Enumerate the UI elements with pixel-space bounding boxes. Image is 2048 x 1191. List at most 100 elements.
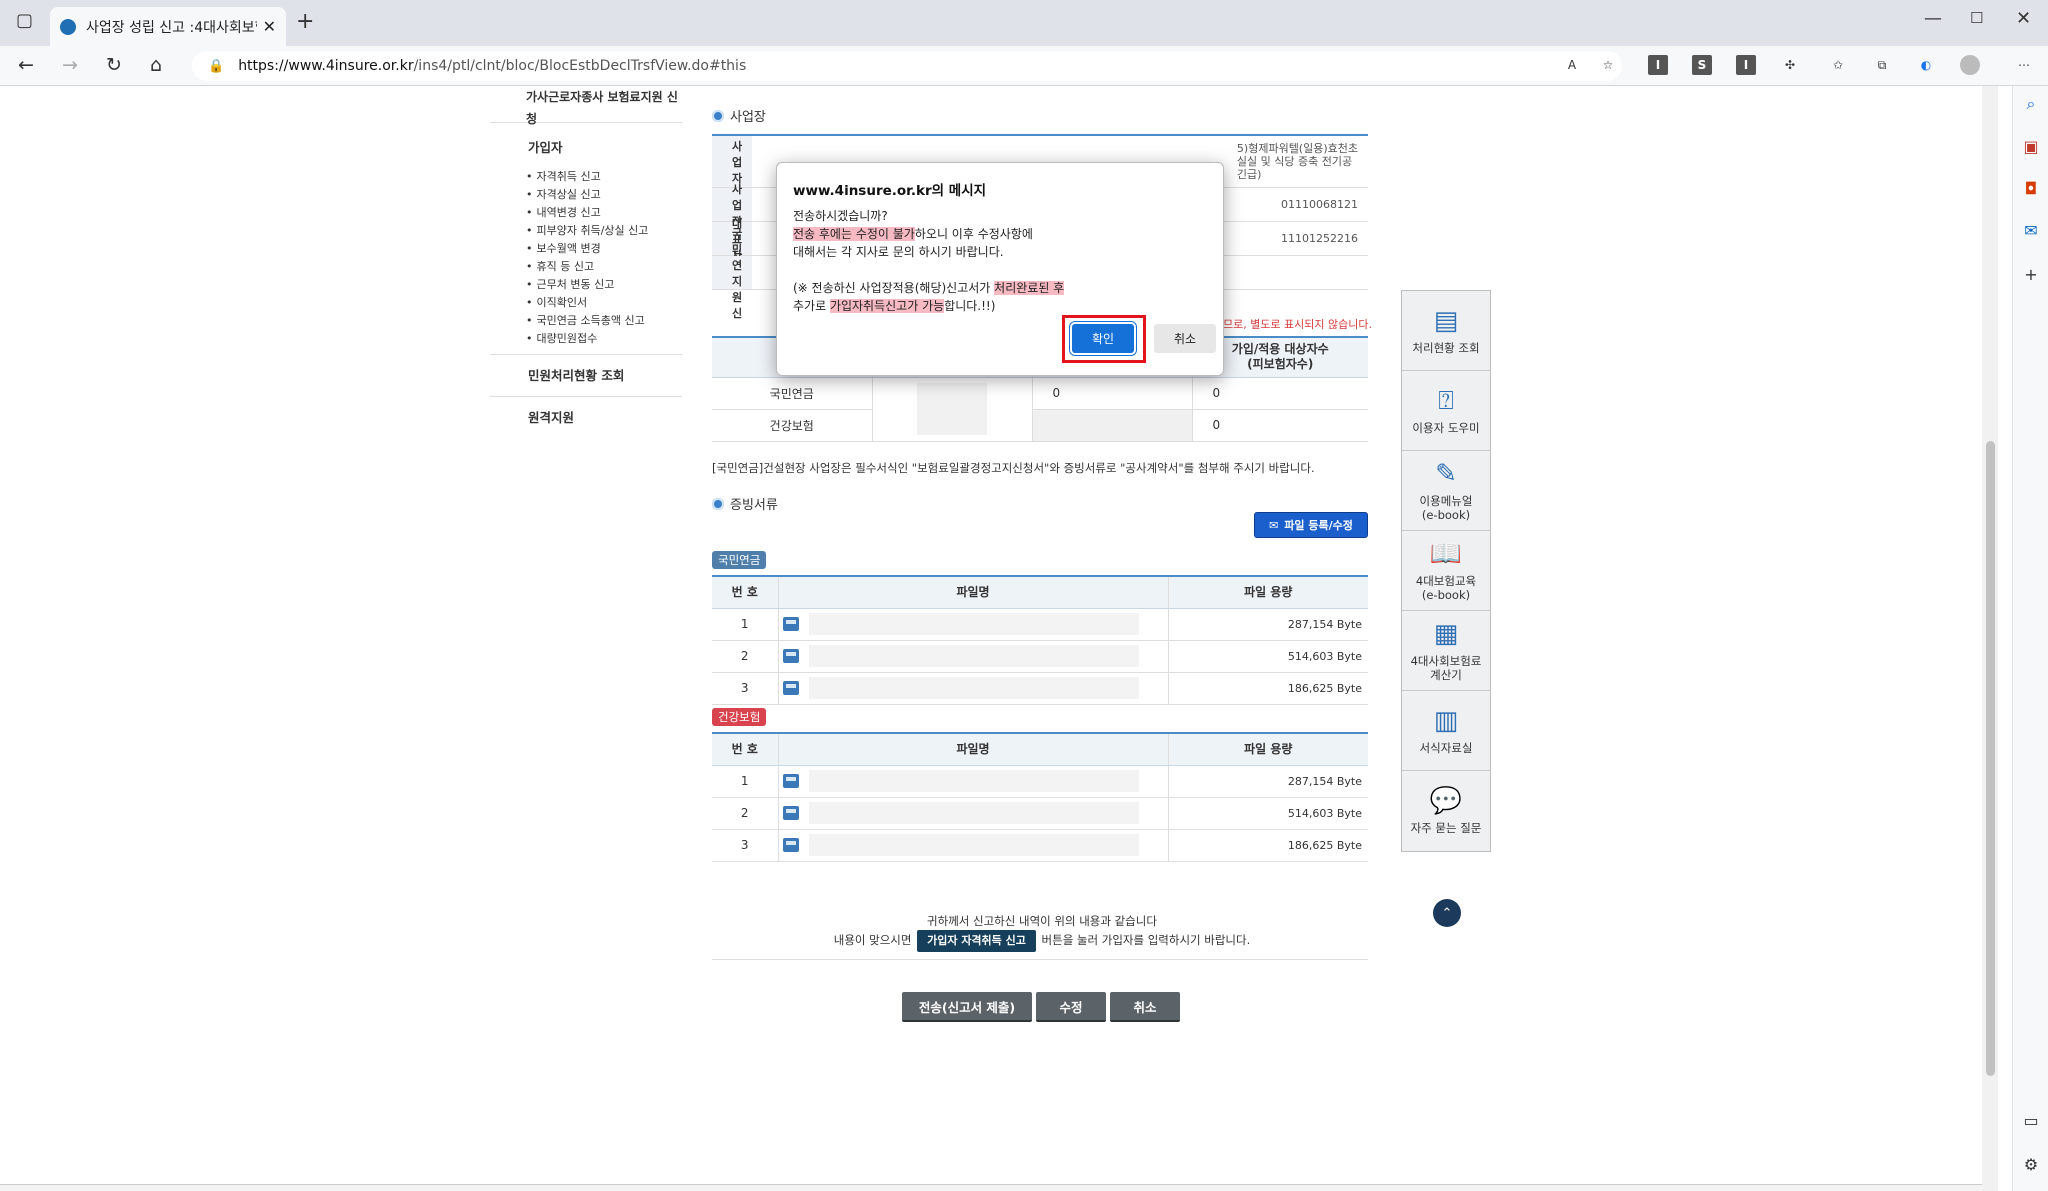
search-icon[interactable]: ⌕	[2021, 94, 2041, 114]
maximize-icon[interactable]: ☐	[1970, 9, 1983, 27]
nav-item[interactable]: 휴직 등 신고	[490, 258, 682, 276]
nav-item[interactable]: 자격상실 신고	[490, 186, 682, 204]
file-row: 2 514,603 Byte	[712, 797, 1368, 830]
submit-button[interactable]: 전송(신고서 제출)	[902, 992, 1032, 1022]
nav-household-worker-subsidy[interactable]: 가사근로자종사 보험료지원 신청	[490, 86, 682, 126]
outlook-icon[interactable]: ✉	[2021, 220, 2041, 240]
tools-icon[interactable]: ▣	[2021, 136, 2041, 156]
quick-menu-item[interactable]: ⍰ 이용자 도우미	[1402, 371, 1490, 451]
file-row: 1 287,154 Byte	[712, 608, 1368, 641]
save-file-icon[interactable]	[782, 806, 799, 820]
save-file-icon[interactable]	[782, 681, 799, 695]
confirm-message: 귀하께서 신고하신 내역이 위의 내용과 같습니다 내용이 맞으시면 가입자 자…	[712, 912, 1372, 952]
edge-icon[interactable]: ◐	[1916, 55, 1936, 75]
more-menu-icon[interactable]: ⋯	[2014, 55, 2034, 75]
dialog-cancel-button[interactable]: 취소	[1154, 324, 1216, 353]
layout-icon[interactable]: ▭	[2021, 1110, 2041, 1130]
nav-item[interactable]: 내역변경 신고	[490, 204, 682, 222]
file-name-cell	[777, 765, 1168, 798]
url-host: https://www.4insure.or.kr	[238, 58, 414, 74]
bullet-icon	[712, 109, 724, 122]
quick-menu-item[interactable]: ▥ 서식자료실	[1402, 691, 1490, 771]
edit-button[interactable]: 수정	[1036, 992, 1106, 1022]
file-upload-button[interactable]: ✉ 파일 등록/수정	[1254, 512, 1368, 538]
file-no: 3	[712, 672, 778, 705]
quick-menu-item[interactable]: 💬 자주 묻는 질문	[1402, 771, 1490, 851]
save-file-icon[interactable]	[782, 838, 799, 852]
save-file-icon[interactable]	[782, 649, 799, 663]
file-name[interactable]	[779, 802, 1168, 824]
refresh-icon[interactable]: ↻	[106, 54, 122, 76]
file-no: 3	[712, 829, 778, 862]
read-aloud-icon[interactable]: A	[1562, 55, 1582, 75]
quick-menu-item[interactable]: 📖 4대보험교육 (e-book)	[1402, 531, 1490, 611]
file-name-cell	[777, 672, 1168, 705]
file-size: 186,625 Byte	[1167, 829, 1368, 862]
extensions-icon[interactable]: ✣	[1780, 55, 1800, 75]
file-header: 파일 용량	[1167, 732, 1368, 766]
file-name-cell	[777, 797, 1168, 830]
cancel-button[interactable]: 취소	[1110, 992, 1180, 1022]
back-icon[interactable]: ←	[18, 54, 34, 76]
nav-item[interactable]: 근무처 변동 신고	[490, 276, 682, 294]
minimize-icon[interactable]: —	[1924, 8, 1942, 29]
save-file-icon[interactable]	[782, 617, 799, 631]
save-file-icon[interactable]	[782, 774, 799, 788]
file-name[interactable]	[779, 645, 1168, 667]
redacted-filename	[808, 677, 1139, 699]
favorites-icon[interactable]: ✩	[1828, 55, 1848, 75]
file-name[interactable]	[779, 770, 1168, 792]
file-name-cell	[777, 640, 1168, 673]
file-name[interactable]	[779, 834, 1168, 856]
collections-icon[interactable]: ⧉	[1872, 55, 1892, 75]
url-input[interactable]: 🔒 https://www.4insure.or.kr/ins4/ptl/cln…	[192, 51, 1622, 81]
office-icon[interactable]: ◘	[2021, 178, 2041, 198]
tab-title: 사업장 성립 신고 :4대사회보험	[86, 19, 257, 36]
redacted-filename	[808, 613, 1139, 635]
profile-avatar[interactable]	[1960, 55, 1980, 75]
nav-item[interactable]: 보수월액 변경	[490, 240, 682, 258]
extension-1-icon[interactable]: I	[1648, 55, 1668, 75]
nav-item[interactable]: 국민연금 소득총액 신고	[490, 312, 682, 330]
quick-menu-item[interactable]: ▦ 4대사회보험료 계산기	[1402, 611, 1490, 691]
file-row: 3 186,625 Byte	[712, 672, 1368, 705]
settings-icon[interactable]: ⚙	[2021, 1154, 2041, 1174]
extension-2-icon[interactable]: S	[1692, 55, 1712, 75]
favorite-add-icon[interactable]: ☆	[1598, 55, 1618, 75]
page-scrollbar[interactable]	[1982, 86, 1998, 1191]
home-icon[interactable]: ⌂	[150, 54, 162, 76]
education-icon: 📖	[1429, 538, 1463, 569]
nav-remote-support[interactable]: 원격지원	[490, 396, 682, 438]
file-name[interactable]	[779, 677, 1168, 699]
quick-menu-item[interactable]: ▤ 처리현황 조회	[1402, 291, 1490, 371]
browser-tab[interactable]: 사업장 성립 신고 :4대사회보험 ✕	[50, 7, 286, 46]
quick-menu: ▤ 처리현황 조회 ⍰ 이용자 도우미 ✎ 이용메뉴얼 (e-book) 📖 4대보험교육 (…	[1401, 290, 1491, 852]
left-navigation: 가사근로자종사 보험료지원 신청 가입자 자격취득 신고자격상실 신고내역변경 …	[490, 86, 682, 438]
nav-item[interactable]: 피부양자 취득/상실 신고	[490, 222, 682, 240]
subscriber-registration-button[interactable]: 가입자 자격취득 신고	[917, 930, 1036, 952]
file-size: 287,154 Byte	[1167, 765, 1368, 798]
dialog-ok-button[interactable]: 확인	[1072, 324, 1134, 353]
close-tab-icon[interactable]: ✕	[263, 17, 276, 36]
nav-item[interactable]: 이직확인서	[490, 294, 682, 312]
new-tab-icon[interactable]: +	[296, 9, 314, 34]
grid-cell-name: 건강보험	[712, 409, 872, 442]
close-window-icon[interactable]: ✕	[2016, 8, 2031, 29]
nav-item[interactable]: 자격취득 신고	[490, 168, 682, 186]
quick-menu-item[interactable]: ✎ 이용메뉴얼 (e-book)	[1402, 451, 1490, 531]
extension-3-icon[interactable]: I	[1736, 55, 1756, 75]
quick-menu-label: 서식자료실	[1419, 740, 1473, 755]
add-sidebar-icon[interactable]: +	[2021, 264, 2041, 284]
nav-item[interactable]: 대량민원접수	[490, 330, 682, 348]
forward-icon[interactable]: →	[62, 54, 78, 76]
tab-actions-icon[interactable]: ▢	[16, 10, 33, 31]
health-tag: 건강보험	[712, 708, 767, 726]
footer	[0, 1184, 1982, 1191]
nav-status-inquiry[interactable]: 민원처리현황 조회	[490, 354, 682, 396]
lock-icon[interactable]: 🔒	[208, 59, 224, 74]
file-name[interactable]	[779, 613, 1168, 635]
nav-section-subscriber[interactable]: 가입자	[490, 122, 682, 168]
scroll-top-button[interactable]: ⌃	[1433, 899, 1461, 927]
scrollbar-thumb[interactable]	[1986, 441, 1995, 1076]
file-row: 2 514,603 Byte	[712, 640, 1368, 673]
